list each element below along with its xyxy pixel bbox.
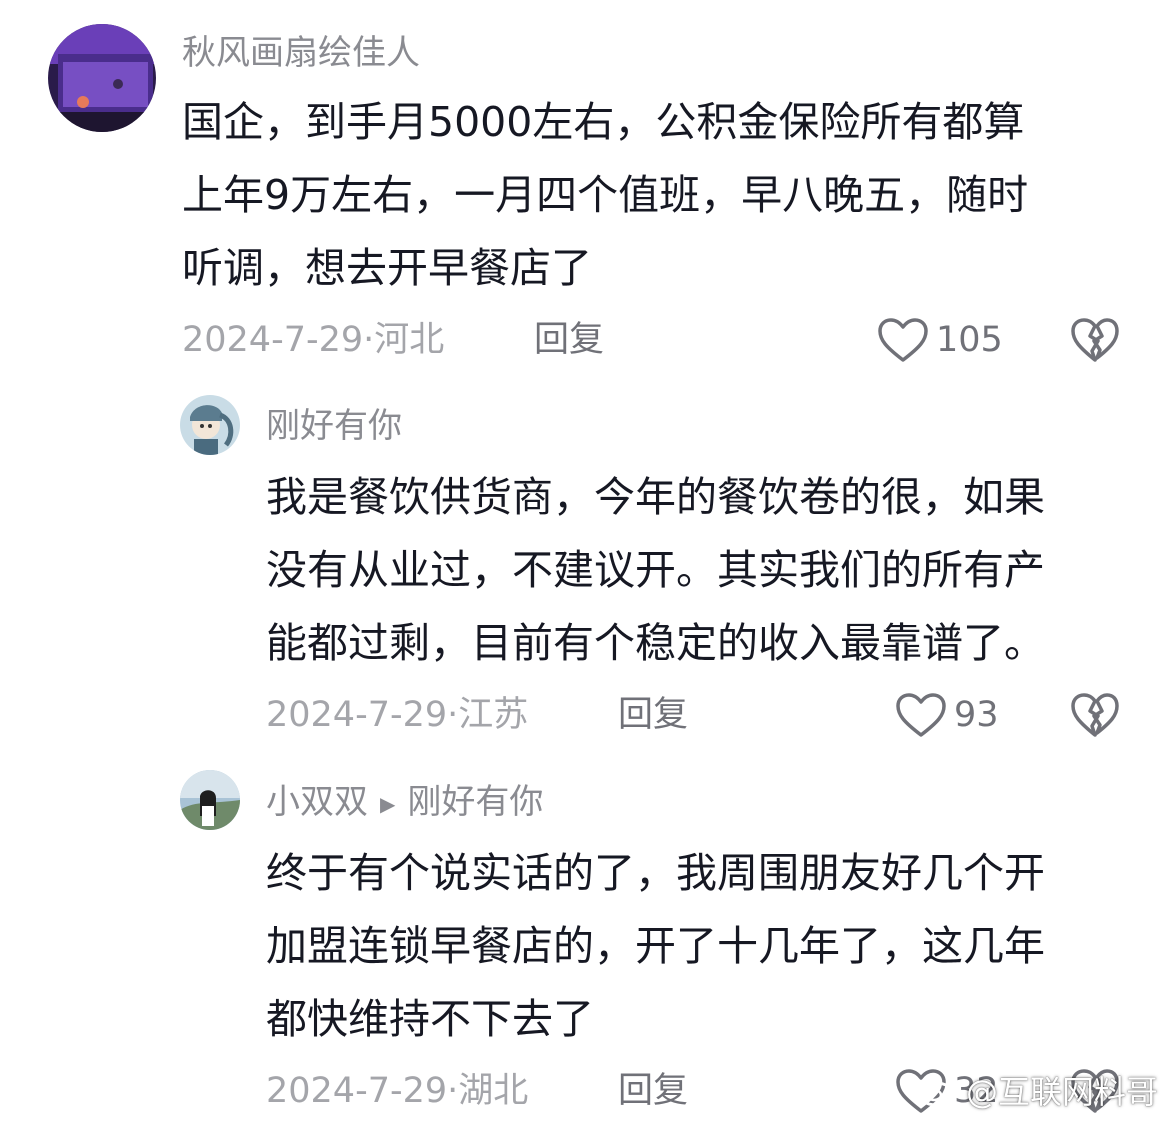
- like-button[interactable]: 93: [894, 691, 999, 739]
- meta-dot: ·: [447, 1071, 459, 1111]
- avatar[interactable]: [48, 24, 156, 132]
- reply-to-username[interactable]: 刚好有你: [407, 782, 543, 822]
- comment-location: 湖北: [458, 1071, 529, 1111]
- comment-meta: 2024-7-29·河北: [182, 320, 444, 360]
- dislike-button[interactable]: [1070, 691, 1120, 743]
- broken-heart-icon: [1071, 693, 1119, 737]
- reply-button[interactable]: 回复: [618, 695, 688, 735]
- avatar-image: [180, 395, 240, 455]
- comment-location: 江苏: [458, 695, 529, 735]
- like-count: 105: [936, 320, 1003, 360]
- comment-text-line: 听调，想去开早餐店了: [182, 244, 592, 292]
- comment-text-line: 没有从业过，不建议开。其实我们的所有产: [266, 546, 1045, 594]
- reply-button[interactable]: 回复: [618, 1071, 688, 1111]
- comment-text: 我是餐饮供货商，今年的餐饮卷的很，如果 没有从业过，不建议开。其实我们的所有产 …: [266, 461, 1045, 680]
- like-button[interactable]: 105: [876, 316, 1003, 364]
- meta-dot: ·: [447, 695, 459, 735]
- comment-text: 终于有个说实话的了，我周围朋友好几个开 加盟连锁早餐店的，开了十几年了，这几年 …: [266, 837, 1045, 1056]
- comment-text-line: 终于有个说实话的了，我周围朋友好几个开: [266, 849, 1045, 897]
- comment-username[interactable]: 小双双: [266, 782, 368, 822]
- comment-text-line: 国企，到手月5000左右，公积金保险所有都算: [182, 98, 1025, 146]
- like-count: 93: [954, 695, 999, 735]
- reply-button[interactable]: 回复: [534, 320, 604, 360]
- watermark: @互联网料哥: [916, 1067, 1158, 1113]
- avatar[interactable]: [180, 395, 240, 455]
- broken-heart-icon: [1071, 318, 1119, 362]
- weibo-logo-icon: [917, 1076, 958, 1107]
- comment-username[interactable]: 刚好有你: [266, 406, 402, 446]
- comment-date: 2024-7-29: [182, 320, 364, 360]
- comment-text-line: 上年9万左右，一月四个值班，早八晚五，随时: [182, 171, 1029, 219]
- avatar[interactable]: [180, 770, 240, 830]
- avatar-image: [180, 770, 240, 830]
- comment-location: 河北: [374, 320, 445, 360]
- heart-icon: [878, 318, 928, 362]
- comment-text-line: 我是餐饮供货商，今年的餐饮卷的很，如果: [266, 473, 1045, 521]
- reply-arrow-icon: ▶: [380, 791, 396, 816]
- comment-username-row: 小双双 ▶ 刚好有你: [266, 782, 543, 824]
- comment-username[interactable]: 秋风画扇绘佳人: [182, 33, 420, 73]
- comment-meta: 2024-7-29·湖北: [266, 1071, 528, 1111]
- comment-item-reply: 刚好有你 我是餐饮供货商，今年的餐饮卷的很，如果 没有从业过，不建议开。其实我们…: [0, 380, 1170, 750]
- comment-item: 秋风画扇绘佳人 国企，到手月5000左右，公积金保险所有都算 上年9万左右，一月…: [0, 0, 1170, 380]
- meta-dot: ·: [363, 320, 375, 360]
- watermark-text: @互联网料哥: [965, 1073, 1158, 1111]
- comment-text-line: 能都过剩，目前有个稳定的收入最靠谱了。: [266, 619, 1045, 667]
- comment-text-line: 加盟连锁早餐店的，开了十几年了，这几年: [266, 922, 1045, 970]
- heart-icon: [896, 693, 946, 737]
- comment-text: 国企，到手月5000左右，公积金保险所有都算 上年9万左右，一月四个值班，早八晚…: [182, 86, 1028, 305]
- comment-meta: 2024-7-29·江苏: [266, 695, 528, 735]
- dislike-button[interactable]: [1070, 316, 1120, 368]
- comment-date: 2024-7-29: [266, 695, 448, 735]
- comment-text-line: 都快维持不下去了: [266, 995, 594, 1043]
- avatar-image: [48, 24, 156, 132]
- comment-date: 2024-7-29: [266, 1071, 448, 1111]
